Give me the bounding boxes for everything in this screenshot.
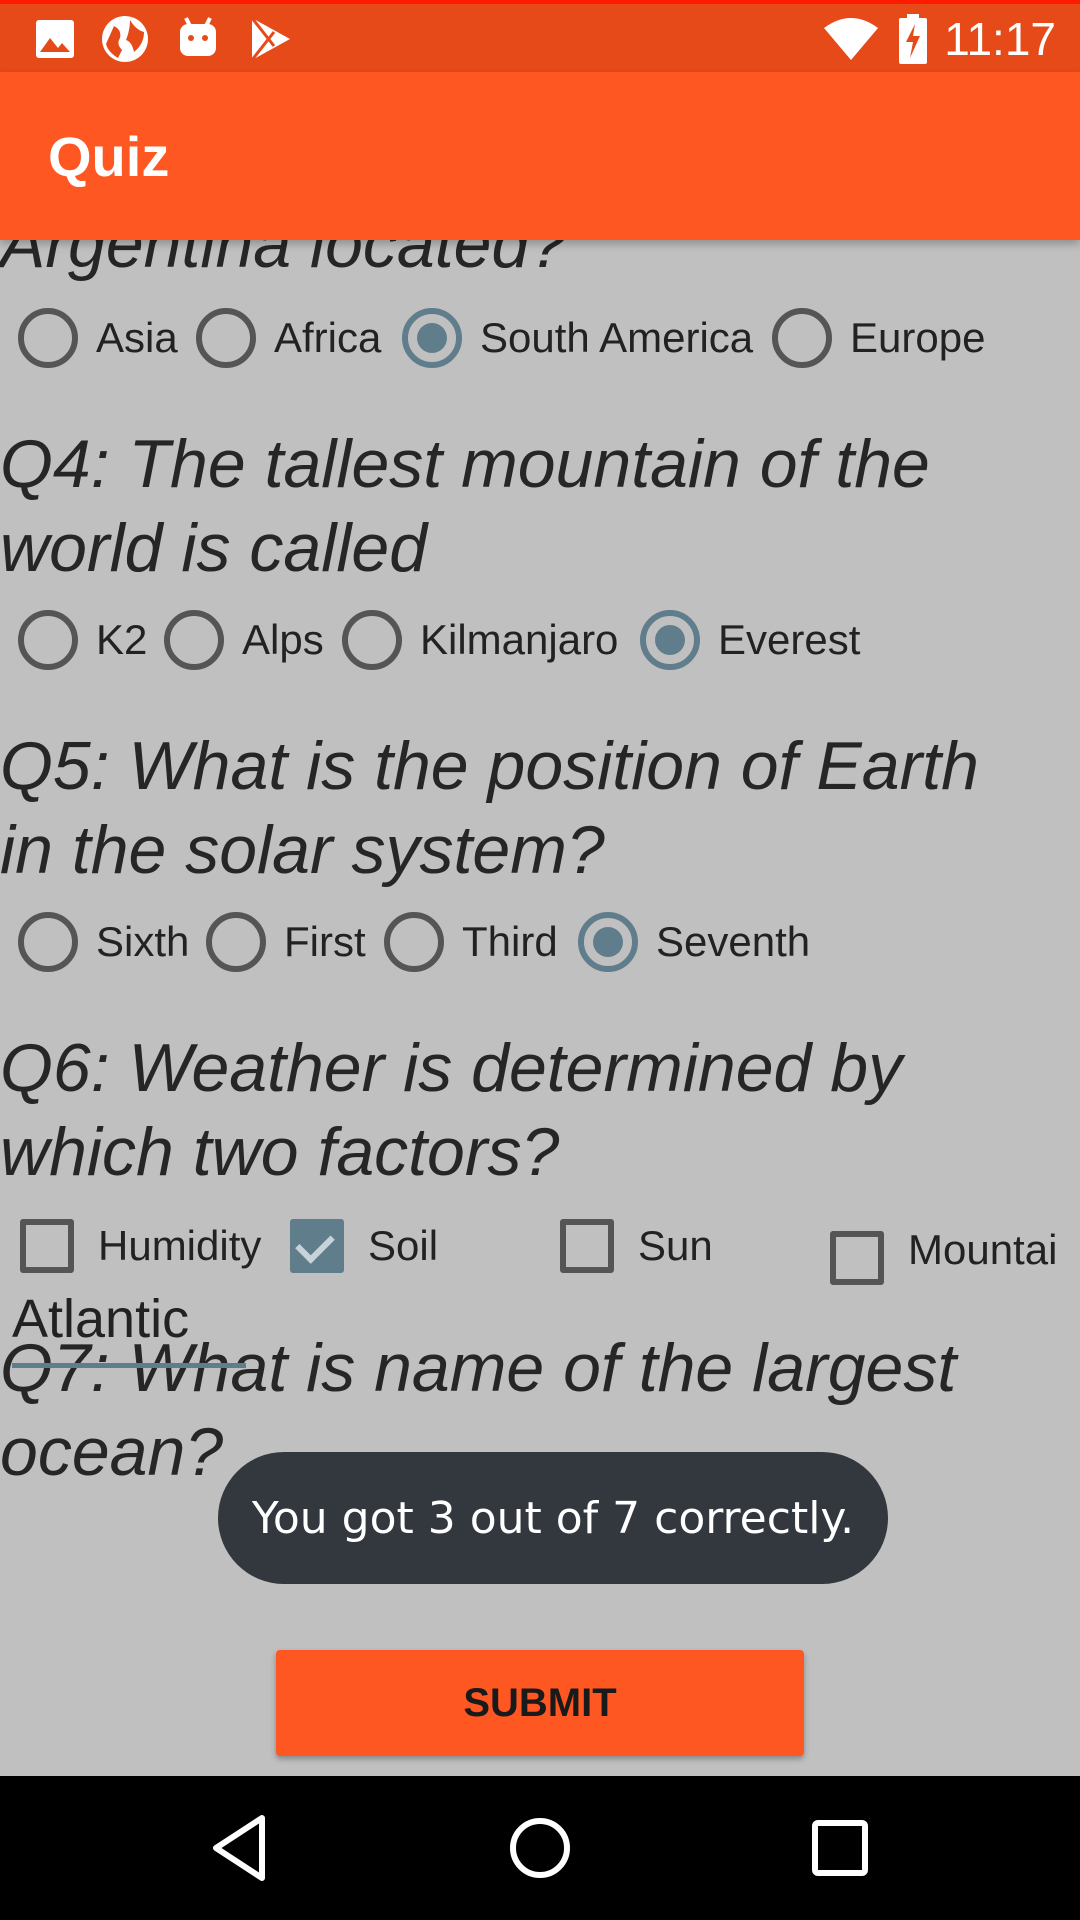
result-toast: You got 3 out of 7 correctly. [218, 1452, 888, 1584]
option-label: Soil [368, 1222, 439, 1269]
navigation-bar [0, 1776, 1080, 1920]
option-label: Kilmanjaro [420, 616, 619, 663]
q4-option-k2[interactable]: K2 [18, 608, 147, 672]
q3-option-asia[interactable]: Asia [18, 306, 178, 370]
radio-button[interactable] [18, 912, 78, 972]
globe-icon [102, 16, 148, 62]
question-3-text: Argentina located? [0, 240, 568, 282]
checkbox[interactable] [830, 1231, 884, 1285]
app-title: Quiz [48, 125, 170, 188]
question-4-line-1: Q4: The tallest mountain of the [0, 426, 930, 502]
wifi-icon [824, 18, 878, 60]
q6-option-sun[interactable]: Sun [560, 1214, 713, 1278]
radio-button[interactable] [384, 912, 444, 972]
radio-button[interactable] [772, 308, 832, 368]
option-label: Humidity [98, 1222, 262, 1269]
radio-button-selected[interactable] [402, 308, 462, 368]
question-5-line-2: in the solar system? [0, 812, 605, 888]
q5-option-seventh[interactable]: Seventh [578, 910, 810, 974]
option-label: Sun [638, 1222, 713, 1269]
option-label: Alps [242, 616, 324, 663]
android-icon [180, 17, 216, 56]
status-bar: 11:17 [0, 0, 1080, 72]
radio-button[interactable] [18, 308, 78, 368]
q6-option-mountain[interactable]: Mountai [830, 1214, 1057, 1286]
option-label: Asia [96, 314, 178, 361]
checkbox[interactable] [560, 1219, 614, 1273]
checkbox[interactable] [20, 1219, 74, 1273]
radio-button-selected[interactable] [640, 610, 700, 670]
q3-option-europe[interactable]: Europe [772, 306, 985, 370]
question-6-line-2: which two factors? [0, 1114, 560, 1190]
q6-option-soil[interactable]: Soil [290, 1214, 438, 1278]
q5-option-sixth[interactable]: Sixth [18, 910, 189, 974]
option-label: Africa [274, 314, 382, 361]
option-label: Europe [850, 314, 986, 361]
q4-option-kilmanjaro[interactable]: Kilmanjaro [342, 608, 618, 672]
q5-option-third[interactable]: Third [384, 910, 558, 974]
option-label: K2 [96, 616, 148, 663]
radio-button[interactable] [18, 610, 78, 670]
option-label: South America [480, 314, 754, 361]
checkbox-checked[interactable] [290, 1219, 344, 1273]
q3-option-south-america[interactable]: South America [402, 306, 753, 370]
question-5-line-1: Q5: What is the position of Earth [0, 728, 979, 804]
clock: 11:17 [944, 13, 1056, 65]
radio-button[interactable] [342, 610, 402, 670]
q6-option-humidity[interactable]: Humidity [20, 1214, 261, 1278]
radio-button[interactable] [206, 912, 266, 972]
option-label: Everest [718, 616, 861, 663]
option-label: First [284, 918, 366, 965]
image-icon [36, 20, 74, 58]
question-4-line-2: world is called [0, 510, 428, 586]
home-icon[interactable] [498, 1806, 582, 1890]
submit-button[interactable]: SUBMIT [276, 1650, 804, 1756]
q3-option-africa[interactable]: Africa [196, 306, 381, 370]
radio-button[interactable] [196, 308, 256, 368]
battery-charging-icon [899, 14, 927, 64]
option-label: Mountai [908, 1226, 1058, 1273]
radio-button-selected[interactable] [578, 912, 638, 972]
question-6-line-1: Q6: Weather is determined by [0, 1030, 903, 1106]
q4-option-alps[interactable]: Alps [164, 608, 324, 672]
recents-icon[interactable] [798, 1806, 882, 1890]
app-bar: Quiz [0, 72, 1080, 240]
q4-option-everest[interactable]: Everest [640, 608, 860, 672]
option-label: Seventh [656, 918, 811, 965]
radio-button[interactable] [164, 610, 224, 670]
play-store-icon [250, 17, 290, 61]
q5-option-first[interactable]: First [206, 910, 366, 974]
option-label: Third [462, 918, 558, 965]
q7-answer-field[interactable]: Atlantic [12, 1288, 246, 1368]
back-icon[interactable] [198, 1806, 282, 1890]
option-label: Sixth [96, 918, 190, 965]
